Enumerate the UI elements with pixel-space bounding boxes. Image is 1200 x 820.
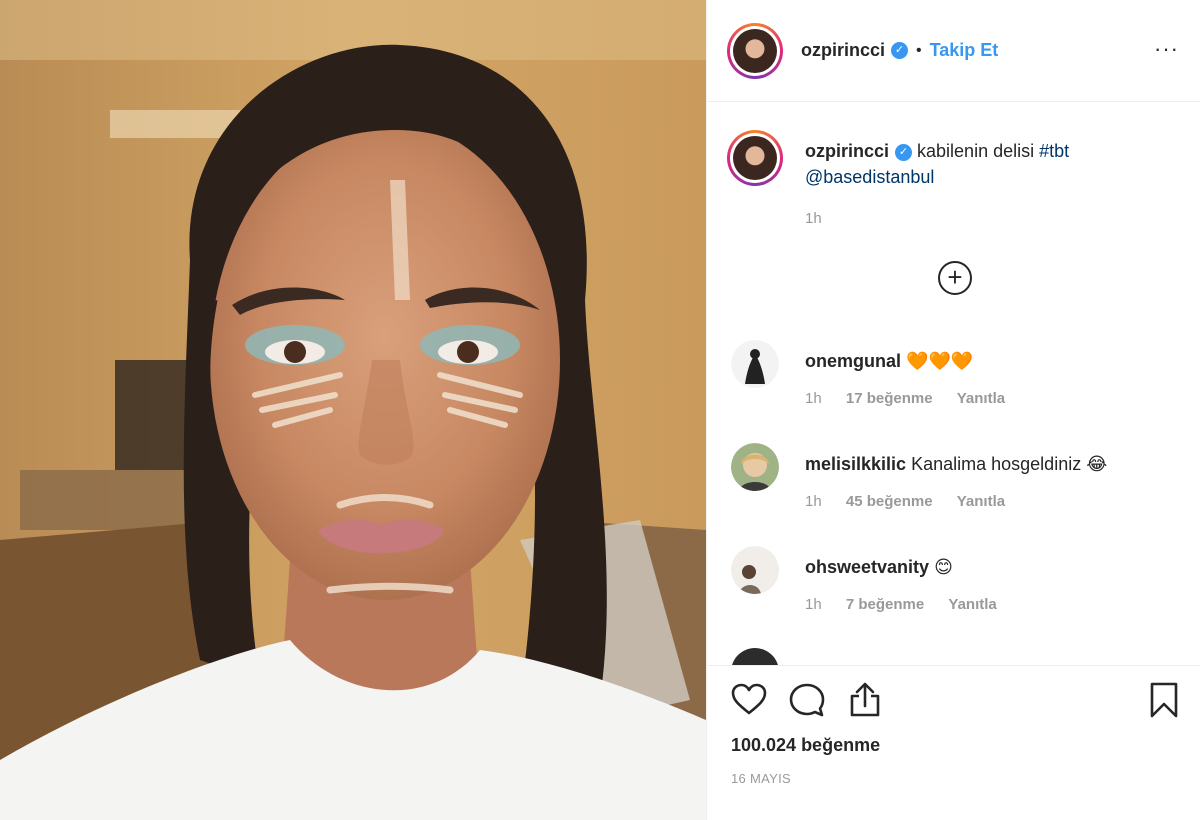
comments-list[interactable]: ozpirincci ✓ kabilenin delisi #tbt @based… xyxy=(707,103,1200,665)
comment-time[interactable]: 1h xyxy=(805,390,822,407)
caption-verified-icon: ✓ xyxy=(895,143,913,161)
comment-time[interactable]: 1h xyxy=(805,493,822,510)
author-username[interactable]: ozpirincci xyxy=(801,40,885,61)
comment-meta: 1h 45 beğenme Yanıtla xyxy=(805,493,1025,510)
commenter-avatar[interactable] xyxy=(731,546,779,594)
author-avatar[interactable] xyxy=(727,22,783,79)
verified-badge-icon: ✓ xyxy=(891,42,909,59)
caption-body: kabilenin delisi xyxy=(917,141,1035,161)
comment-body: Kanalima hosgeldiniz xyxy=(911,454,1082,474)
share-icon[interactable] xyxy=(845,680,885,720)
comment-item: ohsweetvanity 😊 1h 7 beğenme Yanıtla xyxy=(731,546,1181,626)
header-separator: • xyxy=(916,41,922,59)
load-more-comments-button[interactable]: + xyxy=(938,261,972,295)
commenter-avatar[interactable] xyxy=(731,443,779,491)
post-date[interactable]: 16 MAYIS xyxy=(731,771,791,786)
portrait-image xyxy=(0,0,706,820)
comment-meta: 1h 7 beğenme Yanıtla xyxy=(805,596,1017,613)
comment-text: melisilkkilic Kanalima hosgeldiniz 😂 xyxy=(805,451,1107,478)
caption-avatar[interactable] xyxy=(727,130,783,186)
comment-text: ohsweetvanity 😊 xyxy=(805,554,953,581)
caption-text: ozpirincci ✓ kabilenin delisi #tbt @based… xyxy=(805,138,1185,190)
likes-count[interactable]: 100.024 beğenme xyxy=(731,735,880,756)
reply-button[interactable]: Yanıtla xyxy=(948,596,996,613)
commenter-avatar[interactable] xyxy=(731,648,779,665)
reply-button[interactable]: Yanıtla xyxy=(957,390,1005,407)
comment-bubble-icon[interactable] xyxy=(787,680,827,720)
commenter-avatar[interactable] xyxy=(731,340,779,388)
comment-username[interactable]: onemgunal xyxy=(805,351,901,371)
caption-mention[interactable]: @basedistanbul xyxy=(805,167,934,187)
post-header: ozpirincci ✓ • Takip Et ··· xyxy=(707,0,1200,102)
comment-item: onemgunal 🧡🧡🧡 1h 17 beğenme Yanıtla xyxy=(731,340,1181,420)
action-bar: 100.024 beğenme 16 MAYIS xyxy=(707,665,1200,820)
comment-username[interactable]: melisilkkilic xyxy=(805,454,906,474)
comment-likes[interactable]: 45 beğenme xyxy=(846,493,933,510)
post-panel: ozpirincci ✓ • Takip Et ··· ozpirincci ✓ … xyxy=(706,0,1200,820)
caption-username[interactable]: ozpirincci xyxy=(805,141,889,161)
comment-emoji: 😊 xyxy=(934,557,953,578)
follow-button[interactable]: Takip Et xyxy=(930,40,999,61)
caption-hashtag[interactable]: #tbt xyxy=(1039,141,1069,161)
comment-username[interactable]: ohsweetvanity xyxy=(805,557,929,577)
comment-text: onemgunal 🧡🧡🧡 xyxy=(805,348,973,375)
comment-time[interactable]: 1h xyxy=(805,596,822,613)
plus-circle-icon: + xyxy=(947,262,963,292)
comment-likes[interactable]: 7 beğenme xyxy=(846,596,924,613)
comment-item: melisilkkilic Kanalima hosgeldiniz 😂 1h … xyxy=(731,443,1181,523)
caption-time[interactable]: 1h xyxy=(805,210,822,227)
like-heart-icon[interactable] xyxy=(729,680,769,720)
reply-button[interactable]: Yanıtla xyxy=(957,493,1005,510)
save-bookmark-icon[interactable] xyxy=(1144,680,1184,720)
comment-emoji: 🧡🧡🧡 xyxy=(906,351,974,372)
comment-likes[interactable]: 17 beğenme xyxy=(846,390,933,407)
post-photo[interactable] xyxy=(0,0,706,820)
comment-meta: 1h 17 beğenme Yanıtla xyxy=(805,390,1025,407)
comment-emoji: 😂 xyxy=(1086,454,1108,475)
more-options-icon[interactable]: ··· xyxy=(1154,38,1179,60)
